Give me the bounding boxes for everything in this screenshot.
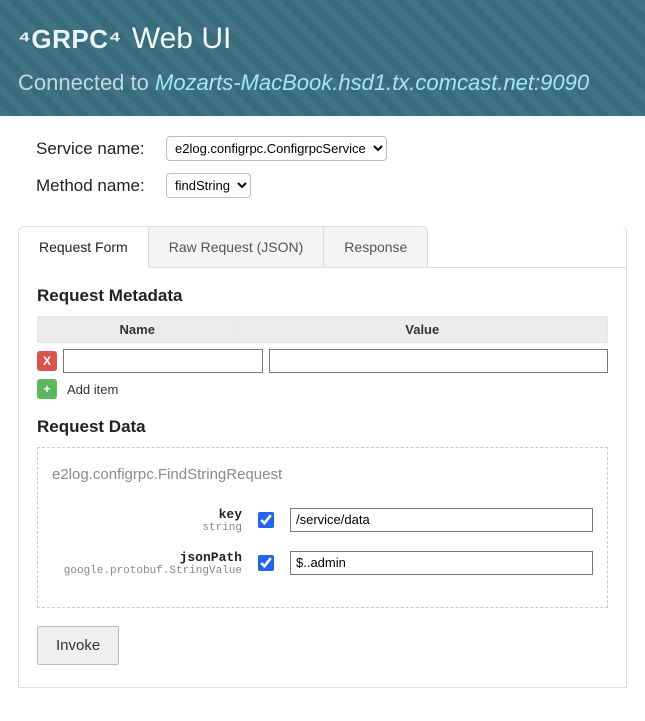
tab-body: Request Metadata Name Value X + Add item… <box>19 268 626 687</box>
grpc-logo: ⁴GRPC⁴ <box>18 24 122 55</box>
method-name-select[interactable]: findString <box>166 173 251 198</box>
field-type-key: string <box>52 522 242 534</box>
app-header: ⁴GRPC⁴ Web UI Connected to Mozarts-MacBo… <box>0 0 645 116</box>
add-item-label: Add item <box>67 382 118 397</box>
field-row-jsonpath: jsonPath google.protobuf.StringValue <box>52 548 593 577</box>
request-metadata-title: Request Metadata <box>37 286 608 306</box>
field-name-key: key <box>219 507 242 522</box>
field-enable-jsonpath[interactable] <box>258 555 274 571</box>
request-data-box: e2log.configrpc.FindStringRequest key st… <box>37 447 608 608</box>
service-name-label: Service name: <box>36 139 166 159</box>
metadata-name-input[interactable] <box>63 349 263 373</box>
field-row-key: key string <box>52 505 593 534</box>
field-type-jsonpath: google.protobuf.StringValue <box>52 565 242 577</box>
tab-bar: Request Form Raw Request (JSON) Response <box>19 226 626 268</box>
delete-row-button[interactable]: X <box>37 351 57 371</box>
tab-request-form[interactable]: Request Form <box>19 226 149 268</box>
tabs-container: Request Form Raw Request (JSON) Response… <box>18 226 627 688</box>
connection-target: Mozarts-MacBook.hsd1.tx.comcast.net:9090 <box>155 70 589 95</box>
add-item-row: + Add item <box>37 379 608 399</box>
connection-row: Connected to Mozarts-MacBook.hsd1.tx.com… <box>18 70 627 96</box>
controls-section: Service name: e2log.configrpc.ConfigrpcS… <box>0 116 645 218</box>
invoke-button[interactable]: Invoke <box>37 626 119 665</box>
metadata-value-input[interactable] <box>269 349 608 373</box>
field-input-jsonpath[interactable] <box>290 551 593 575</box>
tab-raw-request[interactable]: Raw Request (JSON) <box>149 226 325 267</box>
request-type: e2log.configrpc.FindStringRequest <box>52 466 593 483</box>
service-name-select[interactable]: e2log.configrpc.ConfigrpcService <box>166 136 387 161</box>
field-enable-key[interactable] <box>258 512 274 528</box>
metadata-col-name: Name <box>38 317 238 343</box>
add-row-button[interactable]: + <box>37 379 57 399</box>
metadata-col-value: Value <box>237 317 608 343</box>
metadata-header-table: Name Value <box>37 316 608 343</box>
field-input-key[interactable] <box>290 508 593 532</box>
app-title: Web UI <box>132 22 231 56</box>
method-name-label: Method name: <box>36 176 166 196</box>
request-data-title: Request Data <box>37 417 608 437</box>
connected-label: Connected to <box>18 70 149 95</box>
tab-response[interactable]: Response <box>324 226 428 267</box>
metadata-row: X <box>37 349 608 373</box>
field-name-jsonpath: jsonPath <box>180 550 242 565</box>
header-title-row: ⁴GRPC⁴ Web UI <box>18 22 627 56</box>
